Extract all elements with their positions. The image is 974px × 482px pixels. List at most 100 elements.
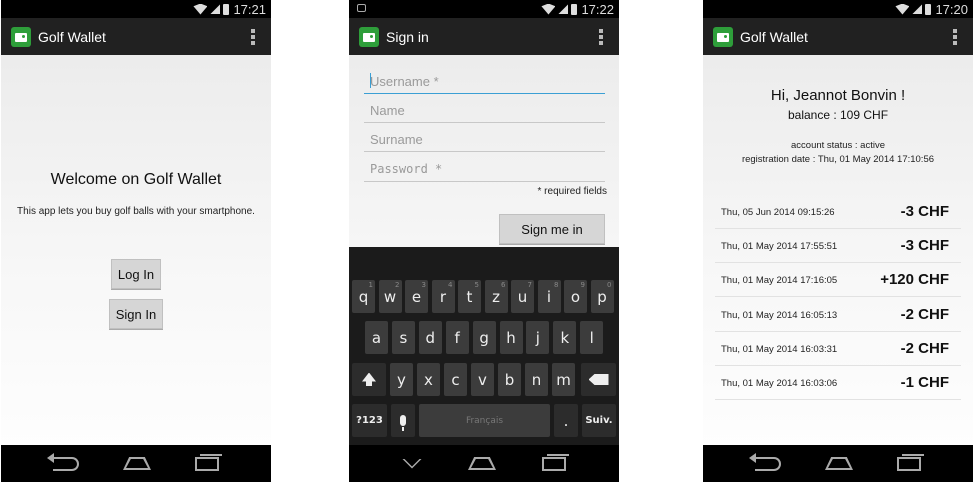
transaction-row[interactable]: Thu, 01 May 2014 16:03:31 -2 CHF: [715, 332, 961, 366]
welcome-heading: Welcome on Golf Wallet: [50, 171, 222, 188]
key-c[interactable]: c: [444, 363, 467, 396]
wallet-icon: [359, 26, 379, 47]
account-status: account status : active: [791, 140, 885, 151]
key-number-hint: 5: [474, 281, 479, 289]
key-a[interactable]: a: [365, 321, 388, 354]
key-s[interactable]: s: [391, 321, 415, 354]
key-label: o: [570, 287, 581, 306]
key-b[interactable]: b: [498, 363, 521, 396]
action-bar: Golf Wallet: [703, 18, 973, 55]
key-number-hint: 3: [421, 281, 426, 289]
back-icon[interactable]: [749, 452, 781, 471]
action-bar: Golf Wallet: [1, 18, 271, 55]
transaction-row[interactable]: Thu, 01 May 2014 17:16:05 +120 CHF: [715, 263, 961, 298]
wallet-icon: [11, 26, 31, 47]
transaction-row[interactable]: Thu, 01 May 2014 16:03:06 -1 CHF: [715, 366, 961, 400]
notification-icon: [357, 4, 366, 12]
recent-apps-icon[interactable]: [195, 453, 222, 471]
key-number-hint: 6: [501, 281, 506, 289]
key-k[interactable]: k: [553, 321, 577, 354]
transaction-row[interactable]: Thu, 01 May 2014 16:05:13 -2 CHF: [715, 298, 961, 332]
phone-account-screen: 17:20 Golf Wallet Hi, Jeannot Bonvin ! b…: [703, 0, 973, 482]
wifi-icon: [541, 3, 556, 15]
required-fields-note: * required fields: [537, 186, 607, 197]
key-y[interactable]: y: [390, 363, 413, 396]
key-label: e: [411, 287, 422, 306]
hide-keyboard-icon[interactable]: [402, 459, 422, 469]
username-field[interactable]: Username *: [364, 68, 605, 94]
key-g[interactable]: g: [472, 321, 496, 354]
key-e[interactable]: e3: [405, 280, 428, 313]
key-m[interactable]: m: [552, 363, 575, 396]
recent-apps-icon[interactable]: [542, 453, 569, 471]
transaction-row[interactable]: Thu, 01 May 2014 17:55:51 -3 CHF: [715, 229, 961, 264]
period-key[interactable]: .: [554, 404, 578, 437]
key-t[interactable]: t5: [458, 280, 481, 313]
voice-input-key[interactable]: [391, 404, 415, 437]
delete-key[interactable]: [581, 363, 616, 396]
home-icon[interactable]: [825, 457, 853, 470]
key-n[interactable]: n: [525, 363, 548, 396]
key-v[interactable]: v: [471, 363, 494, 396]
microphone-icon: [400, 415, 406, 431]
key-l[interactable]: l: [580, 321, 604, 354]
recent-apps-icon[interactable]: [897, 453, 924, 471]
transaction-date: Thu, 01 May 2014 16:05:13: [721, 309, 838, 321]
wifi-icon: [193, 3, 208, 15]
name-field[interactable]: Name: [364, 97, 605, 123]
key-number-hint: 1: [368, 281, 373, 289]
key-d[interactable]: d: [418, 321, 442, 354]
surname-field[interactable]: Surname: [364, 126, 605, 152]
back-icon[interactable]: [47, 452, 79, 471]
key-i[interactable]: i8: [537, 280, 561, 313]
overflow-menu-icon[interactable]: [599, 29, 603, 45]
key-u[interactable]: u7: [511, 280, 534, 313]
key-number-hint: 8: [554, 281, 559, 289]
sign-in-button[interactable]: Sign In: [109, 299, 163, 329]
sign-me-in-button[interactable]: Sign me in: [499, 214, 605, 244]
status-time: 17:20: [935, 1, 968, 17]
key-f[interactable]: f: [445, 321, 469, 354]
key-label: q: [358, 287, 369, 306]
key-x[interactable]: x: [417, 363, 440, 396]
key-label: i: [546, 287, 552, 306]
key-q[interactable]: q1: [352, 280, 375, 313]
key-o[interactable]: o9: [564, 280, 587, 313]
surname-placeholder: Surname: [370, 132, 423, 147]
battery-icon: [571, 3, 578, 15]
symbols-key[interactable]: ?123: [352, 404, 387, 437]
key-p[interactable]: p0: [590, 280, 614, 313]
key-number-hint: 2: [395, 281, 400, 289]
key-h[interactable]: h: [499, 321, 523, 354]
app-title: Golf Wallet: [740, 28, 808, 45]
key-w[interactable]: w2: [378, 280, 402, 313]
phone-welcome-screen: 17:21 Golf Wallet Welcome on Golf Wallet…: [1, 0, 271, 482]
overflow-menu-icon[interactable]: [251, 29, 255, 45]
backspace-icon: [588, 374, 609, 385]
greeting: Hi, Jeannot Bonvin !: [770, 87, 906, 104]
wallet-icon: [713, 26, 733, 47]
app-title: Golf Wallet: [38, 28, 106, 45]
key-number-hint: 0: [607, 281, 612, 289]
status-time: 17:22: [581, 1, 614, 17]
battery-icon: [925, 3, 932, 15]
home-icon[interactable]: [123, 457, 151, 470]
transaction-amount: -2 CHF: [900, 339, 949, 357]
home-icon[interactable]: [468, 457, 496, 470]
log-in-button[interactable]: Log In: [111, 259, 161, 289]
key-z[interactable]: z6: [484, 280, 508, 313]
space-key[interactable]: Français: [419, 404, 550, 437]
status-time: 17:21: [233, 1, 266, 17]
key-r[interactable]: r4: [431, 280, 455, 313]
key-label: u: [517, 287, 528, 306]
password-field[interactable]: Password *: [364, 156, 605, 182]
keyboard-row-1: q1w2e3r4t5z6u7i8o9p0: [349, 280, 619, 313]
transaction-amount: -3 CHF: [900, 237, 949, 255]
status-bar: 17:22: [349, 0, 619, 18]
overflow-menu-icon[interactable]: [953, 29, 957, 45]
password-placeholder: Password *: [370, 162, 443, 176]
transaction-row[interactable]: Thu, 05 Jun 2014 09:15:26 -3 CHF: [715, 195, 961, 229]
next-key[interactable]: Suiv.: [582, 404, 616, 437]
transaction-amount: +120 CHF: [880, 271, 949, 289]
key-j[interactable]: j: [526, 321, 550, 354]
